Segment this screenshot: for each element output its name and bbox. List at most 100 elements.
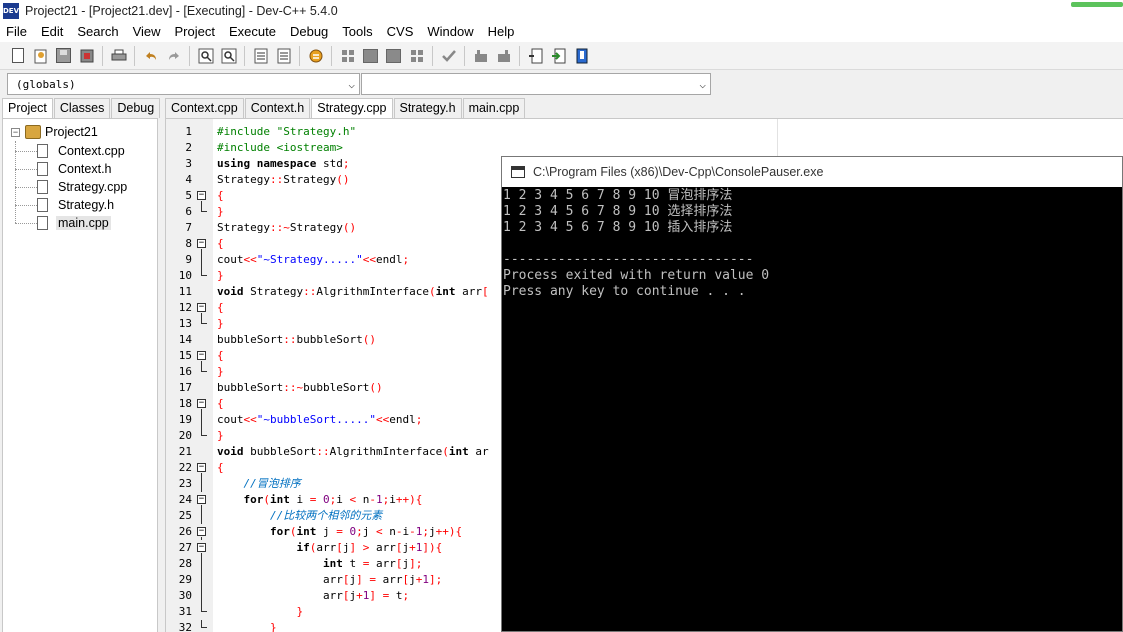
check-icon[interactable] bbox=[439, 46, 459, 66]
tab-context-cpp[interactable]: Context.cpp bbox=[165, 98, 244, 118]
dev-cpp-window: DEV Project21 - [Project21.dev] - [Execu… bbox=[0, 0, 1123, 632]
title-bar: DEV Project21 - [Project21.dev] - [Execu… bbox=[0, 0, 1123, 22]
fold-toggle-icon[interactable]: − bbox=[197, 527, 206, 536]
build-icon[interactable] bbox=[494, 46, 514, 66]
console-line: Process exited with return value 0 bbox=[503, 268, 770, 283]
code-text: //冒泡排序 bbox=[243, 477, 301, 490]
line-number: 1 bbox=[185, 125, 192, 138]
menu-view[interactable]: View bbox=[126, 22, 168, 42]
save-all-icon[interactable] bbox=[77, 46, 97, 66]
menu-search[interactable]: Search bbox=[70, 22, 125, 42]
open-project-icon[interactable] bbox=[31, 46, 51, 66]
print-icon[interactable] bbox=[109, 46, 129, 66]
code-text: Strategy::~Strategy() bbox=[217, 221, 357, 234]
new-class-icon[interactable] bbox=[526, 46, 546, 66]
code-text: bubbleSort::~bubbleSort() bbox=[217, 381, 383, 394]
fold-toggle-icon[interactable]: − bbox=[197, 239, 206, 248]
scope-select-value: (globals) bbox=[16, 77, 76, 91]
chevron-down-icon[interactable]: ⌵ bbox=[348, 78, 355, 91]
tree-item-main-cpp[interactable]: main.cpp bbox=[15, 214, 111, 232]
unindent-icon[interactable] bbox=[274, 46, 294, 66]
menu-execute[interactable]: Execute bbox=[222, 22, 283, 42]
fold-toggle-icon[interactable]: − bbox=[197, 351, 206, 360]
fold-toggle-icon[interactable]: − bbox=[197, 191, 206, 200]
tree-item-label: Context.cpp bbox=[58, 144, 125, 158]
fold-toggle-icon[interactable]: − bbox=[197, 463, 206, 472]
save-icon[interactable] bbox=[54, 46, 74, 66]
console-window[interactable]: C:\Program Files (x86)\Dev-Cpp\ConsolePa… bbox=[501, 156, 1123, 632]
console-output[interactable]: 1 2 3 4 5 6 7 8 9 10 冒泡排序法 1 2 3 4 5 6 7… bbox=[502, 188, 1122, 631]
line-number: 27 bbox=[178, 541, 192, 554]
tab-main-cpp[interactable]: main.cpp bbox=[462, 98, 526, 118]
menu-cvs[interactable]: CVS bbox=[380, 22, 421, 42]
run-icon[interactable] bbox=[471, 46, 491, 66]
line-number: 12 bbox=[178, 301, 192, 314]
menu-window[interactable]: Window bbox=[420, 22, 480, 42]
tab-debug[interactable]: Debug bbox=[111, 98, 161, 118]
menu-help[interactable]: Help bbox=[481, 22, 522, 42]
stop-icon[interactable] bbox=[384, 46, 404, 66]
tab-strategy-cpp[interactable]: Strategy.cpp bbox=[311, 98, 393, 119]
menu-edit[interactable]: Edit bbox=[34, 22, 70, 42]
tree-item-project21[interactable]: − Project21 bbox=[11, 125, 98, 139]
line-number: 4 bbox=[185, 173, 192, 186]
tree-item-context-h[interactable]: Context.h bbox=[15, 160, 114, 178]
fold-toggle-icon[interactable]: − bbox=[197, 399, 206, 408]
bookmark-icon[interactable] bbox=[572, 46, 592, 66]
scope-select[interactable]: (globals) ⌵ bbox=[7, 73, 360, 95]
fold-toggle-icon[interactable]: − bbox=[197, 543, 206, 552]
line-number: 8 bbox=[185, 237, 192, 250]
code-line[interactable]: 1 #include "Strategy.h" bbox=[166, 124, 1123, 140]
indent-icon[interactable] bbox=[251, 46, 271, 66]
tab-classes[interactable]: Classes bbox=[53, 98, 111, 118]
menu-file[interactable]: File bbox=[0, 22, 34, 42]
dev-cpp-app-icon: DEV bbox=[3, 3, 19, 19]
tree-item-label: Strategy.cpp bbox=[58, 180, 128, 194]
fold-toggle-icon[interactable]: − bbox=[197, 495, 206, 504]
console-title: C:\Program Files (x86)\Dev-Cpp\ConsolePa… bbox=[533, 165, 824, 179]
line-number: 28 bbox=[178, 557, 192, 570]
grid-icon[interactable] bbox=[338, 46, 358, 66]
redo-icon[interactable] bbox=[164, 46, 184, 66]
tree-item-strategy-h[interactable]: Strategy.h bbox=[15, 196, 116, 214]
code-text: { bbox=[217, 461, 224, 474]
code-text: cout<<"~bubbleSort....."<<endl; bbox=[217, 413, 423, 426]
tab-project[interactable]: Project bbox=[2, 98, 53, 119]
compile-icon[interactable] bbox=[306, 46, 326, 66]
code-text: { bbox=[217, 189, 224, 202]
tab-strategy-h[interactable]: Strategy.h bbox=[393, 98, 462, 118]
menu-debug[interactable]: Debug bbox=[283, 22, 335, 42]
find-icon[interactable] bbox=[196, 46, 216, 66]
line-number: 15 bbox=[178, 349, 192, 362]
title-progress-indicator bbox=[1071, 2, 1123, 7]
line-number: 24 bbox=[178, 493, 192, 506]
tree-item-strategy-cpp[interactable]: Strategy.cpp bbox=[15, 178, 129, 196]
code-text: } bbox=[217, 269, 224, 282]
line-number: 19 bbox=[178, 413, 192, 426]
tree-item-label: Context.h bbox=[58, 162, 112, 176]
code-line[interactable]: 2 #include <iostream> bbox=[166, 140, 1123, 156]
member-select[interactable]: ⌵ bbox=[361, 73, 711, 95]
chevron-down-icon[interactable]: ⌵ bbox=[699, 78, 706, 91]
file-icon bbox=[37, 216, 48, 230]
undo-icon[interactable] bbox=[141, 46, 161, 66]
layout-icon[interactable] bbox=[407, 46, 427, 66]
console-line: 1 2 3 4 5 6 7 8 9 10 冒泡排序法 bbox=[503, 188, 733, 203]
tab-context-h[interactable]: Context.h bbox=[244, 98, 311, 118]
file-icon bbox=[37, 198, 48, 212]
line-number: 25 bbox=[178, 509, 192, 522]
fold-toggle-icon[interactable]: − bbox=[197, 303, 206, 312]
tree-item-context-cpp[interactable]: Context.cpp bbox=[15, 142, 127, 160]
collapse-icon[interactable]: − bbox=[11, 127, 20, 137]
replace-icon[interactable] bbox=[219, 46, 239, 66]
code-text: int t = arr[j]; bbox=[322, 557, 423, 570]
menu-project[interactable]: Project bbox=[168, 22, 222, 42]
code-text: } bbox=[217, 429, 224, 442]
new-file-icon[interactable] bbox=[8, 46, 28, 66]
tree-item-label: main.cpp bbox=[56, 216, 111, 230]
goto-icon[interactable] bbox=[549, 46, 569, 66]
menu-tools[interactable]: Tools bbox=[335, 22, 379, 42]
toggle-icon[interactable] bbox=[361, 46, 381, 66]
console-icon bbox=[511, 166, 525, 178]
line-number: 17 bbox=[178, 381, 192, 394]
